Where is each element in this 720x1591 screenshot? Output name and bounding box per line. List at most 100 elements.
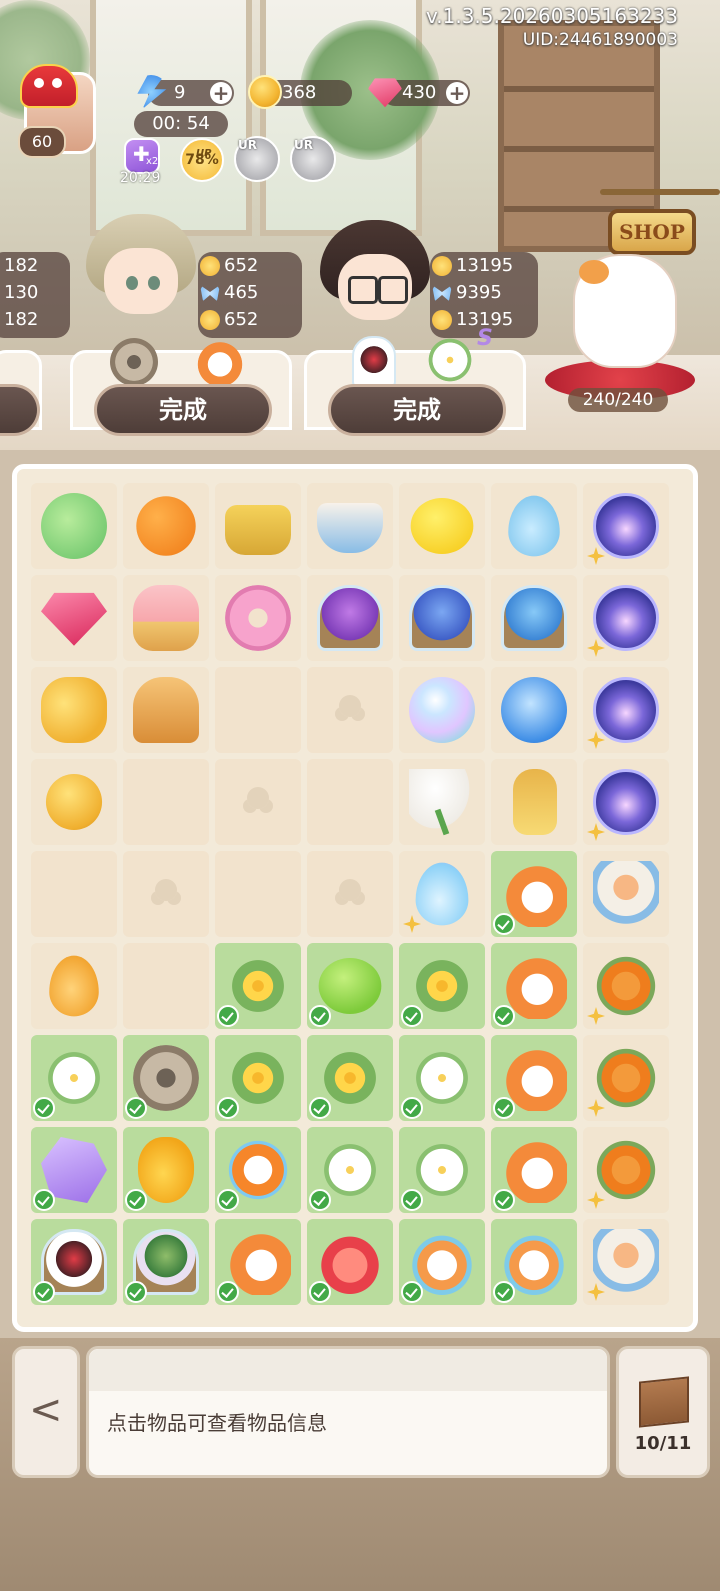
board-cell[interactable] — [215, 1035, 301, 1121]
board-cell[interactable] — [399, 759, 485, 845]
character-eye — [126, 276, 138, 290]
board-cell[interactable] — [583, 1127, 669, 1213]
stat-row: 130 — [0, 279, 70, 306]
board-cell-empty[interactable] — [31, 851, 117, 937]
board-cell[interactable] — [31, 667, 117, 753]
board-cell[interactable] — [491, 943, 577, 1029]
board-cell[interactable] — [583, 943, 669, 1029]
board-cell-empty[interactable] — [307, 851, 393, 937]
board-cell[interactable] — [31, 483, 117, 569]
board-cell[interactable] — [307, 1219, 393, 1305]
board-cell[interactable] — [583, 759, 669, 845]
board-cell-empty[interactable] — [123, 943, 209, 1029]
order-stats: 182 130 182 — [0, 252, 70, 338]
board-cell[interactable] — [583, 575, 669, 661]
energy-counter[interactable]: 9 + — [137, 75, 234, 109]
board-cell[interactable] — [491, 575, 577, 661]
board-cell[interactable] — [399, 575, 485, 661]
stat-value: 9395 — [456, 282, 502, 303]
board-cell-empty[interactable] — [123, 851, 209, 937]
board-cell[interactable] — [491, 851, 577, 937]
board-cell[interactable] — [491, 667, 577, 753]
board-cell-empty[interactable] — [215, 667, 301, 753]
board-cell[interactable] — [307, 575, 393, 661]
glasses-icon — [348, 276, 378, 304]
board-cell[interactable] — [123, 1035, 209, 1121]
checkmark-icon — [217, 1005, 239, 1027]
board-cell[interactable] — [491, 1219, 577, 1305]
order-complete-button[interactable]: 完成 — [94, 384, 272, 436]
player-avatar[interactable]: 60 — [18, 64, 102, 158]
add-gem-button[interactable]: + — [446, 82, 468, 104]
board-cell[interactable] — [583, 1219, 669, 1305]
stat-value: 652 — [224, 255, 259, 276]
jar-purple-icon — [317, 585, 383, 651]
board-cell[interactable] — [31, 1127, 117, 1213]
board-cell[interactable] — [307, 1035, 393, 1121]
board-cell[interactable] — [399, 851, 485, 937]
board-cell[interactable] — [399, 1127, 485, 1213]
board-cell[interactable] — [31, 1035, 117, 1121]
board-cell[interactable] — [399, 1219, 485, 1305]
board-cell[interactable] — [123, 575, 209, 661]
board-cell[interactable] — [491, 1035, 577, 1121]
board-cell[interactable] — [123, 1219, 209, 1305]
board-cell[interactable] — [123, 667, 209, 753]
board-cell[interactable] — [583, 1035, 669, 1121]
board-cell[interactable] — [491, 759, 577, 845]
board-cell[interactable] — [123, 1127, 209, 1213]
customer-character[interactable] — [86, 214, 196, 334]
galaxy-icon — [593, 769, 659, 835]
back-button[interactable]: < — [12, 1346, 80, 1478]
ur-card-badge[interactable]: UR — [234, 136, 280, 182]
board-cell[interactable] — [215, 1127, 301, 1213]
checkmark-icon — [401, 1097, 423, 1119]
lucky-cat[interactable] — [545, 240, 695, 410]
storage-box-button[interactable]: 10/11 — [616, 1346, 710, 1478]
board-cell[interactable] — [399, 483, 485, 569]
customer-character[interactable] — [320, 220, 430, 340]
checkmark-icon — [493, 913, 515, 935]
board-cell[interactable] — [31, 575, 117, 661]
board-cell-empty[interactable] — [215, 759, 301, 845]
ur-card-badge[interactable]: UR — [290, 136, 336, 182]
gem-value: 430 — [402, 82, 437, 103]
board-cell[interactable] — [307, 1127, 393, 1213]
goldfish-icon — [190, 338, 250, 386]
galaxy-icon — [593, 677, 659, 743]
drop-icon — [508, 495, 560, 557]
board-cell[interactable] — [215, 483, 301, 569]
energy-timer: 00: 54 — [134, 111, 228, 137]
board-cell[interactable] — [31, 759, 117, 845]
board-cell[interactable] — [491, 483, 577, 569]
board-cell[interactable] — [399, 1035, 485, 1121]
board-cell[interactable] — [215, 943, 301, 1029]
galaxy-icon — [593, 585, 659, 651]
gem-counter[interactable]: 430 + — [368, 78, 470, 108]
board-cell[interactable] — [307, 483, 393, 569]
board-cell[interactable] — [215, 1219, 301, 1305]
order-complete-button[interactable]: 完成 — [328, 384, 506, 436]
board-cell[interactable] — [215, 575, 301, 661]
pear-icon — [137, 1137, 195, 1203]
checkmark-icon — [125, 1281, 147, 1303]
board-cell[interactable] — [583, 851, 669, 937]
board-cell[interactable] — [31, 1219, 117, 1305]
add-energy-button[interactable]: + — [210, 82, 232, 104]
board-cell[interactable] — [399, 667, 485, 753]
board-cell[interactable] — [583, 667, 669, 753]
board-cell-empty[interactable] — [307, 667, 393, 753]
checkmark-icon — [309, 1189, 331, 1211]
coin-counter[interactable]: 368 — [248, 75, 352, 109]
board-cell[interactable] — [399, 943, 485, 1029]
board-cell-empty[interactable] — [123, 759, 209, 845]
board-cell[interactable] — [31, 943, 117, 1029]
board-cell[interactable] — [583, 483, 669, 569]
up-rate-badge[interactable]: UP 78% — [180, 138, 224, 182]
board-cell[interactable] — [307, 943, 393, 1029]
board-cell-empty[interactable] — [307, 759, 393, 845]
board-cell-empty[interactable] — [215, 851, 301, 937]
checkmark-icon — [309, 1005, 331, 1027]
board-cell[interactable] — [123, 483, 209, 569]
board-cell[interactable] — [491, 1127, 577, 1213]
